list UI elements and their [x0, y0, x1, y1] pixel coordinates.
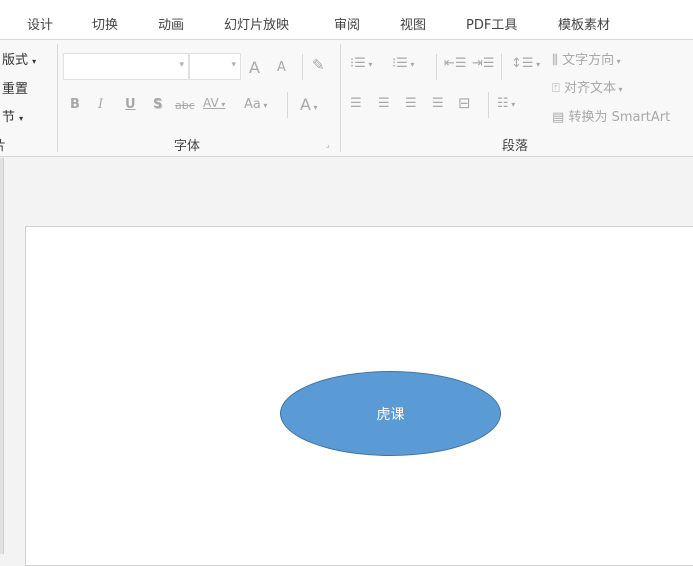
ribbon: 版式 ▾ 重置 节 ▾ 片 ▾ ▾ A A ✎ B I U S abc AV ▾…	[0, 40, 693, 157]
align-right-button[interactable]: ☰	[405, 96, 417, 111]
slides-group-label: 片	[0, 135, 6, 154]
align-left-button[interactable]: ☰	[350, 96, 362, 111]
shadow-button[interactable]: S	[153, 97, 162, 112]
reset-button[interactable]: 重置	[2, 78, 28, 97]
clear-format-icon[interactable]: ✎	[312, 56, 325, 74]
smartart-icon: ▤	[552, 110, 565, 125]
increase-indent-button[interactable]: ⇥☰	[472, 56, 495, 71]
bold-button[interactable]: B	[70, 97, 80, 112]
shrink-font-button[interactable]: A	[277, 60, 286, 75]
align-text-icon: ⍐	[552, 81, 560, 96]
tab-slideshow[interactable]: 幻灯片放映	[224, 14, 289, 33]
chevron-down-icon: ▾	[231, 60, 236, 70]
ribbon-tabs: 设计 切换 动画 幻灯片放映 审阅 视图 PDF工具 模板素材	[0, 0, 693, 40]
tab-templates[interactable]: 模板素材	[558, 14, 610, 33]
tab-view[interactable]: 视图	[400, 14, 426, 33]
font-name-combo[interactable]: ▾	[63, 53, 189, 80]
underline-button[interactable]: U	[125, 97, 136, 112]
font-dialog-launcher-icon[interactable]: ⌟	[326, 140, 330, 149]
distributed-button[interactable]: ⊟	[458, 94, 471, 112]
layout-button[interactable]: 版式 ▾	[2, 49, 36, 68]
paragraph-group-label: 段落	[502, 139, 529, 154]
tab-review[interactable]: 审阅	[334, 14, 360, 33]
align-center-button[interactable]: ☰	[378, 96, 390, 111]
decrease-indent-button[interactable]: ⇤☰	[444, 56, 467, 71]
text-direction-button[interactable]: ⫼ 文字方向 ▾	[552, 49, 621, 68]
justify-button[interactable]: ☰	[432, 96, 444, 111]
divider	[436, 54, 437, 80]
convert-smartart-button[interactable]: ▤ 转换为 SmartArt	[552, 106, 670, 125]
tab-transitions[interactable]: 切换	[92, 14, 118, 33]
tab-animations[interactable]: 动画	[158, 14, 184, 33]
columns-button[interactable]: ☷ ▾	[497, 96, 515, 111]
strikethrough-button[interactable]: abc	[175, 99, 195, 112]
divider	[501, 54, 502, 80]
char-spacing-button[interactable]: AV ▾	[203, 96, 225, 110]
text-direction-icon: ⫼	[552, 53, 558, 68]
grow-font-button[interactable]: A	[249, 58, 260, 77]
font-group-label: 字体	[174, 139, 201, 154]
align-text-button[interactable]: ⍐ 对齐文本 ▾	[552, 77, 623, 96]
chevron-down-icon: ▾	[179, 60, 184, 70]
tab-pdf-tools[interactable]: PDF工具	[466, 14, 517, 33]
shape-text[interactable]: 虎课	[377, 404, 405, 424]
divider	[302, 54, 303, 80]
divider	[287, 92, 288, 118]
tab-design[interactable]: 设计	[27, 14, 53, 33]
ellipse-shape[interactable]: 虎课	[280, 371, 501, 456]
section-button[interactable]: 节 ▾	[2, 106, 23, 125]
font-color-button[interactable]: A ▾	[300, 95, 318, 114]
slide-panel-edge	[0, 158, 4, 554]
italic-button[interactable]: I	[98, 97, 103, 112]
numbering-button[interactable]: ⁝☰ ▾	[392, 56, 414, 71]
divider	[488, 92, 489, 118]
divider	[340, 44, 341, 152]
line-spacing-button[interactable]: ↕☰ ▾	[511, 56, 540, 71]
divider	[57, 44, 58, 152]
change-case-button[interactable]: Aa ▾	[244, 97, 267, 112]
bullets-button[interactable]: ⁝☰ ▾	[350, 56, 372, 71]
font-size-combo[interactable]: ▾	[189, 53, 241, 80]
